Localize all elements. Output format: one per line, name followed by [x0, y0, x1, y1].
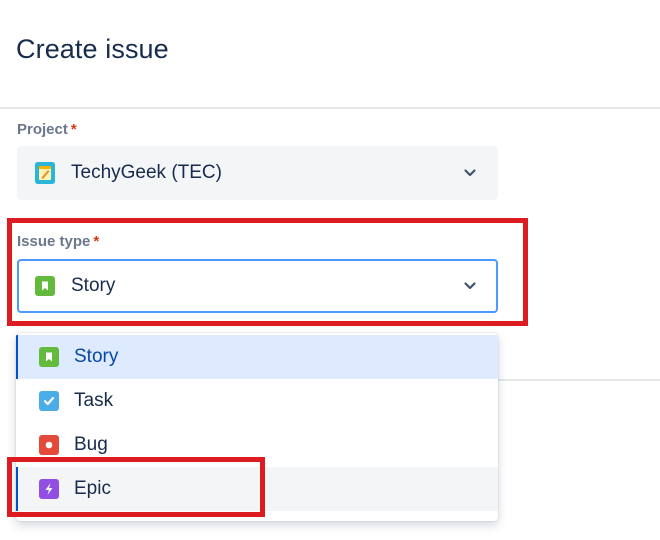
- task-icon: [39, 391, 59, 411]
- issue-type-label: Issue type *: [17, 233, 99, 250]
- epic-icon: [39, 479, 59, 499]
- project-select[interactable]: TechyGeek (TEC): [17, 146, 498, 200]
- option-epic[interactable]: Epic: [16, 467, 498, 511]
- option-story[interactable]: Story: [16, 335, 498, 379]
- required-asterisk: *: [70, 121, 77, 138]
- bug-icon: [39, 435, 59, 455]
- project-label: Project *: [17, 121, 77, 138]
- required-asterisk: *: [93, 233, 100, 250]
- project-select-value: TechyGeek (TEC): [71, 162, 222, 183]
- issue-type-label-text: Issue type: [17, 233, 91, 250]
- option-label: Epic: [74, 478, 111, 499]
- option-label: Story: [74, 346, 119, 367]
- issue-type-dropdown-menu: Story Task Bug Epic: [16, 333, 498, 521]
- issue-type-select[interactable]: Story: [17, 259, 498, 313]
- option-label: Bug: [74, 434, 108, 455]
- project-notepad-icon: [35, 162, 55, 184]
- project-label-text: Project: [17, 121, 68, 138]
- dialog-title: Create issue: [16, 34, 169, 64]
- section-divider: [498, 379, 660, 381]
- option-task[interactable]: Task: [16, 379, 498, 423]
- option-bug[interactable]: Bug: [16, 423, 498, 467]
- option-label: Task: [74, 390, 114, 411]
- story-icon: [39, 347, 59, 367]
- create-issue-dialog: Create issue Project * TechyGeek (TEC) Is…: [0, 0, 660, 540]
- issue-type-select-value: Story: [71, 275, 116, 296]
- chevron-down-icon: [462, 278, 478, 294]
- story-icon: [35, 276, 55, 296]
- header-divider: [0, 107, 660, 109]
- chevron-down-icon: [462, 165, 478, 181]
